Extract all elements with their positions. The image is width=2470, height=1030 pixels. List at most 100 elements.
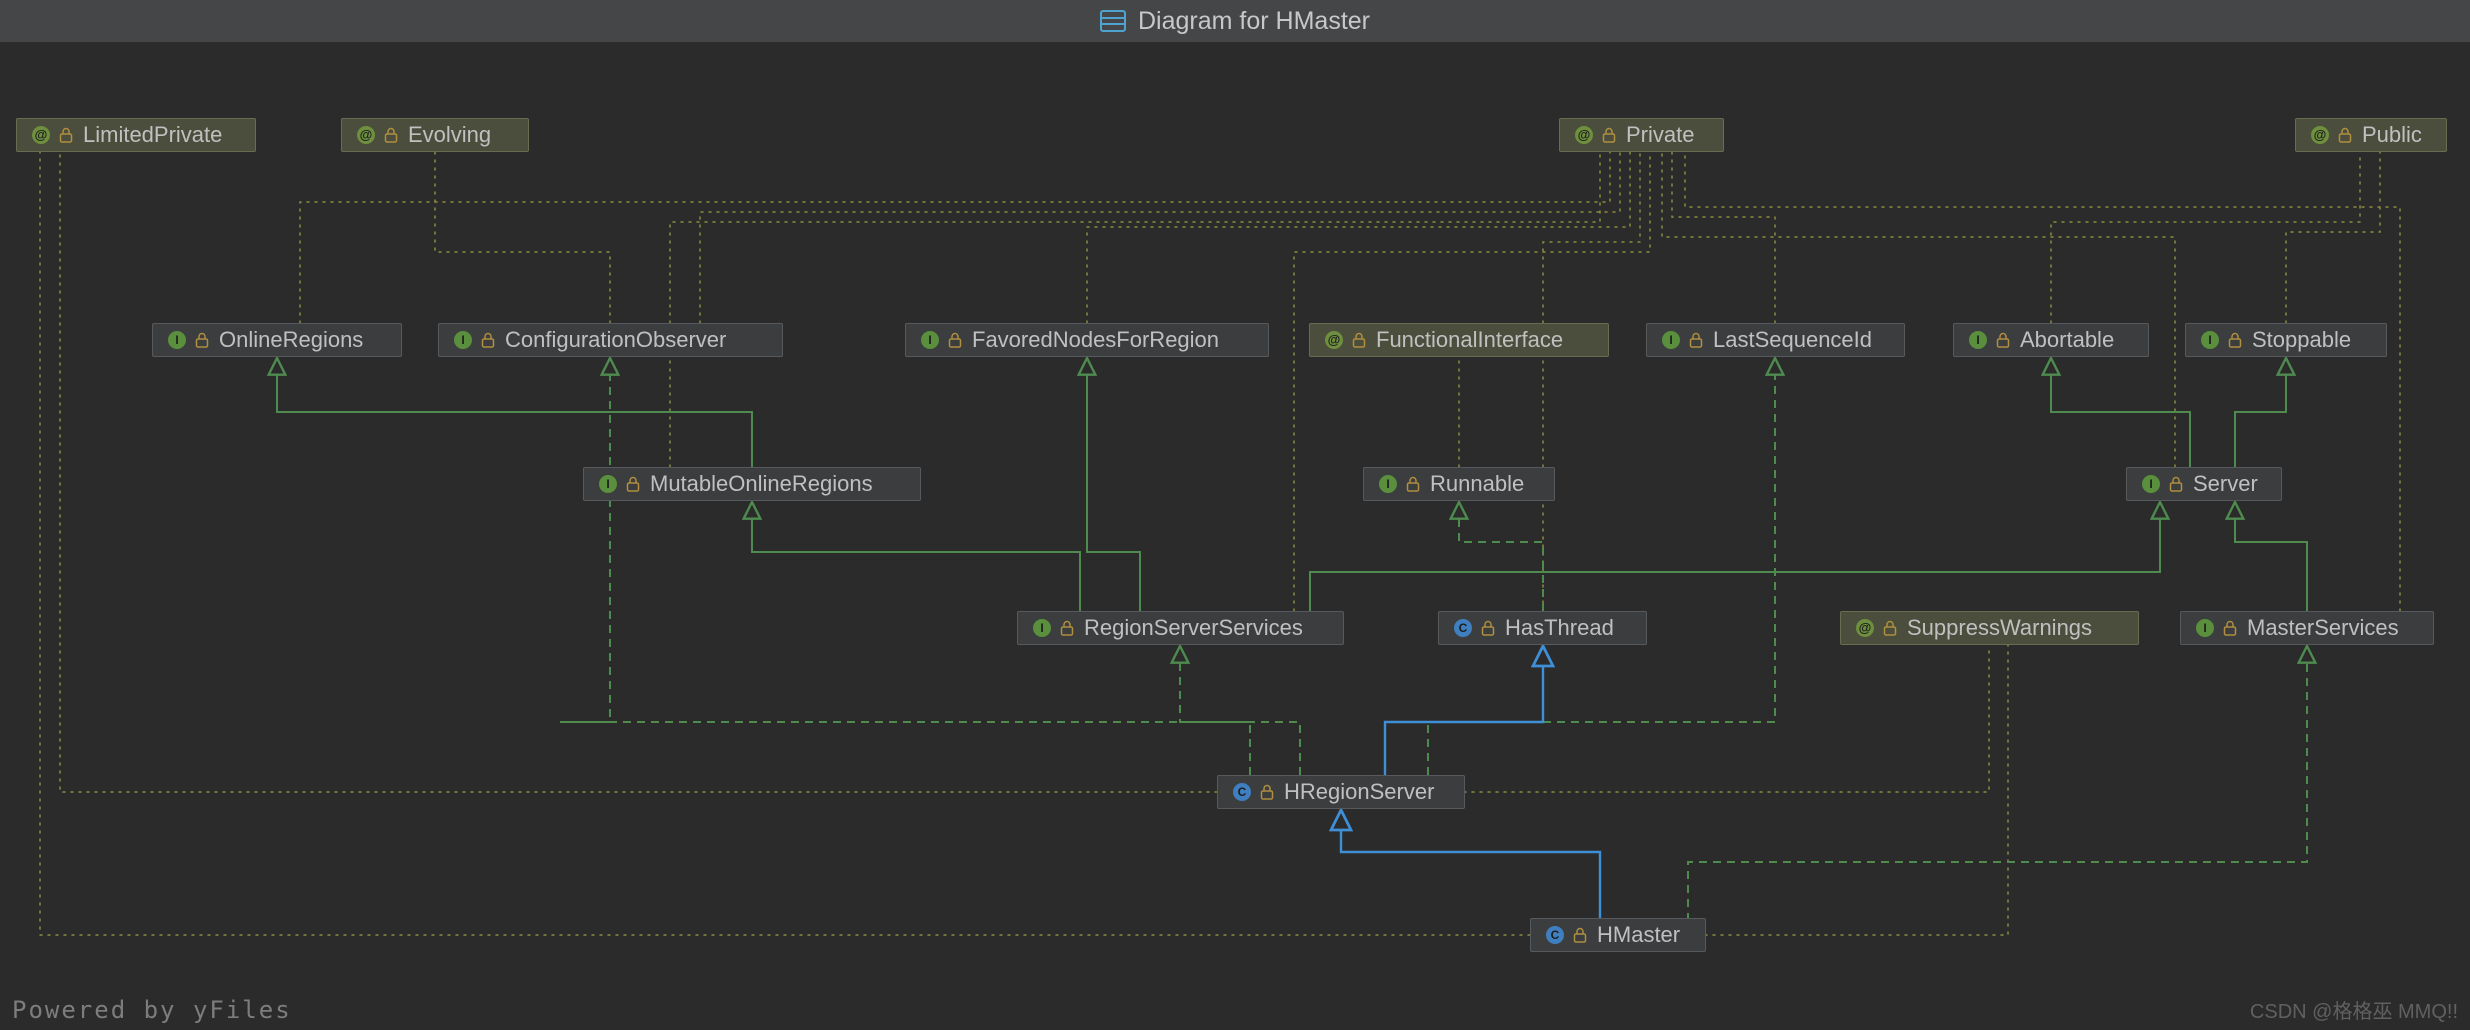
node-abortable[interactable]: I Abortable <box>1953 323 2149 357</box>
diagram-title: Diagram for HMaster <box>1138 7 1370 36</box>
node-evolving[interactable]: @ Evolving <box>341 118 529 152</box>
lock-icon <box>2169 476 2183 492</box>
node-label: Stoppable <box>2252 327 2351 353</box>
node-label: HRegionServer <box>1284 779 1434 805</box>
node-limitedPrivate[interactable]: @ LimitedPrivate <box>16 118 256 152</box>
lock-icon <box>1602 127 1616 143</box>
interface-icon: I <box>2141 474 2161 494</box>
svg-text:I: I <box>928 333 931 347</box>
annotation-icon: @ <box>356 125 376 145</box>
svg-text:I: I <box>2149 477 2152 491</box>
lock-icon <box>1883 620 1897 636</box>
node-label: FavoredNodesForRegion <box>972 327 1219 353</box>
lock-icon <box>1352 332 1366 348</box>
uml-diagram-icon <box>1100 10 1126 32</box>
edge-layer <box>0 42 2470 1030</box>
svg-text:@: @ <box>35 127 48 142</box>
node-lastSequenceId[interactable]: I LastSequenceId <box>1646 323 1905 357</box>
lock-icon <box>1060 620 1074 636</box>
node-label: Runnable <box>1430 471 1524 497</box>
lock-icon <box>195 332 209 348</box>
node-favoredNodesForRegion[interactable]: I FavoredNodesForRegion <box>905 323 1269 357</box>
svg-text:@: @ <box>1578 127 1591 142</box>
node-label: LastSequenceId <box>1713 327 1872 353</box>
lock-icon <box>626 476 640 492</box>
interface-icon: I <box>920 330 940 350</box>
node-hRegionServer[interactable]: C HRegionServer <box>1217 775 1465 809</box>
annotation-icon: @ <box>31 125 51 145</box>
node-label: OnlineRegions <box>219 327 363 353</box>
node-hasThread[interactable]: C HasThread <box>1438 611 1647 645</box>
interface-icon: I <box>2195 618 2215 638</box>
interface-icon: I <box>453 330 473 350</box>
lock-icon <box>1406 476 1420 492</box>
interface-icon: I <box>2200 330 2220 350</box>
node-label: Evolving <box>408 122 491 148</box>
class-icon: C <box>1453 618 1473 638</box>
node-label: FunctionalInterface <box>1376 327 1563 353</box>
annotation-icon: @ <box>2310 125 2330 145</box>
svg-text:C: C <box>1459 621 1468 635</box>
lock-icon <box>59 127 73 143</box>
annotation-icon: @ <box>1574 125 1594 145</box>
lock-icon <box>2228 332 2242 348</box>
watermark-label: CSDN @格格巫 MMQ!! <box>2250 995 2458 1024</box>
node-label: Private <box>1626 122 1694 148</box>
node-runnable[interactable]: I Runnable <box>1363 467 1555 501</box>
node-regionServerServices[interactable]: I RegionServerServices <box>1017 611 1344 645</box>
node-label: SuppressWarnings <box>1907 615 2092 641</box>
svg-text:@: @ <box>360 127 373 142</box>
node-onlineRegions[interactable]: I OnlineRegions <box>152 323 402 357</box>
svg-text:@: @ <box>1328 332 1341 347</box>
svg-text:I: I <box>175 333 178 347</box>
node-server[interactable]: I Server <box>2126 467 2282 501</box>
diagram-header: Diagram for HMaster <box>0 0 2470 42</box>
class-icon: C <box>1232 782 1252 802</box>
node-label: Public <box>2362 122 2422 148</box>
node-label: Server <box>2193 471 2258 497</box>
interface-icon: I <box>1661 330 1681 350</box>
svg-text:I: I <box>1976 333 1979 347</box>
node-public[interactable]: @ Public <box>2295 118 2447 152</box>
node-mutableOnlineRegions[interactable]: I MutableOnlineRegions <box>583 467 921 501</box>
lock-icon <box>1481 620 1495 636</box>
node-label: MutableOnlineRegions <box>650 471 873 497</box>
lock-icon <box>1689 332 1703 348</box>
annotation-icon: @ <box>1855 618 1875 638</box>
lock-icon <box>481 332 495 348</box>
interface-icon: I <box>1378 474 1398 494</box>
node-stoppable[interactable]: I Stoppable <box>2185 323 2387 357</box>
powered-by-label: Powered by yFiles <box>12 996 292 1024</box>
node-label: Abortable <box>2020 327 2114 353</box>
interface-icon: I <box>598 474 618 494</box>
lock-icon <box>2338 127 2352 143</box>
diagram-canvas[interactable]: @ LimitedPrivate @ Evolving @ Private @ Public I… <box>0 42 2470 1030</box>
node-label: RegionServerServices <box>1084 615 1303 641</box>
svg-text:@: @ <box>2314 127 2327 142</box>
lock-icon <box>1996 332 2010 348</box>
svg-text:I: I <box>1040 621 1043 635</box>
node-configurationObserver[interactable]: IConfigurationObserver <box>438 323 783 357</box>
lock-icon <box>1573 927 1587 943</box>
node-masterServices[interactable]: I MasterServices <box>2180 611 2434 645</box>
node-suppressWarnings[interactable]: @ SuppressWarnings <box>1840 611 2139 645</box>
interface-icon: I <box>1032 618 1052 638</box>
svg-text:I: I <box>2203 621 2206 635</box>
node-functionalInterface[interactable]: @ FunctionalInterface <box>1309 323 1609 357</box>
svg-text:I: I <box>2208 333 2211 347</box>
annotation-icon: @ <box>1324 330 1344 350</box>
svg-text:I: I <box>606 477 609 491</box>
node-label: MasterServices <box>2247 615 2399 641</box>
node-label: HasThread <box>1505 615 1614 641</box>
class-icon: C <box>1545 925 1565 945</box>
svg-text:C: C <box>1238 785 1247 799</box>
svg-text:@: @ <box>1859 620 1872 635</box>
svg-text:C: C <box>1551 928 1560 942</box>
node-private[interactable]: @ Private <box>1559 118 1724 152</box>
node-hMaster[interactable]: CHMaster <box>1530 918 1706 952</box>
interface-icon: I <box>1968 330 1988 350</box>
node-label: LimitedPrivate <box>83 122 222 148</box>
lock-icon <box>948 332 962 348</box>
svg-text:I: I <box>1386 477 1389 491</box>
interface-icon: I <box>167 330 187 350</box>
